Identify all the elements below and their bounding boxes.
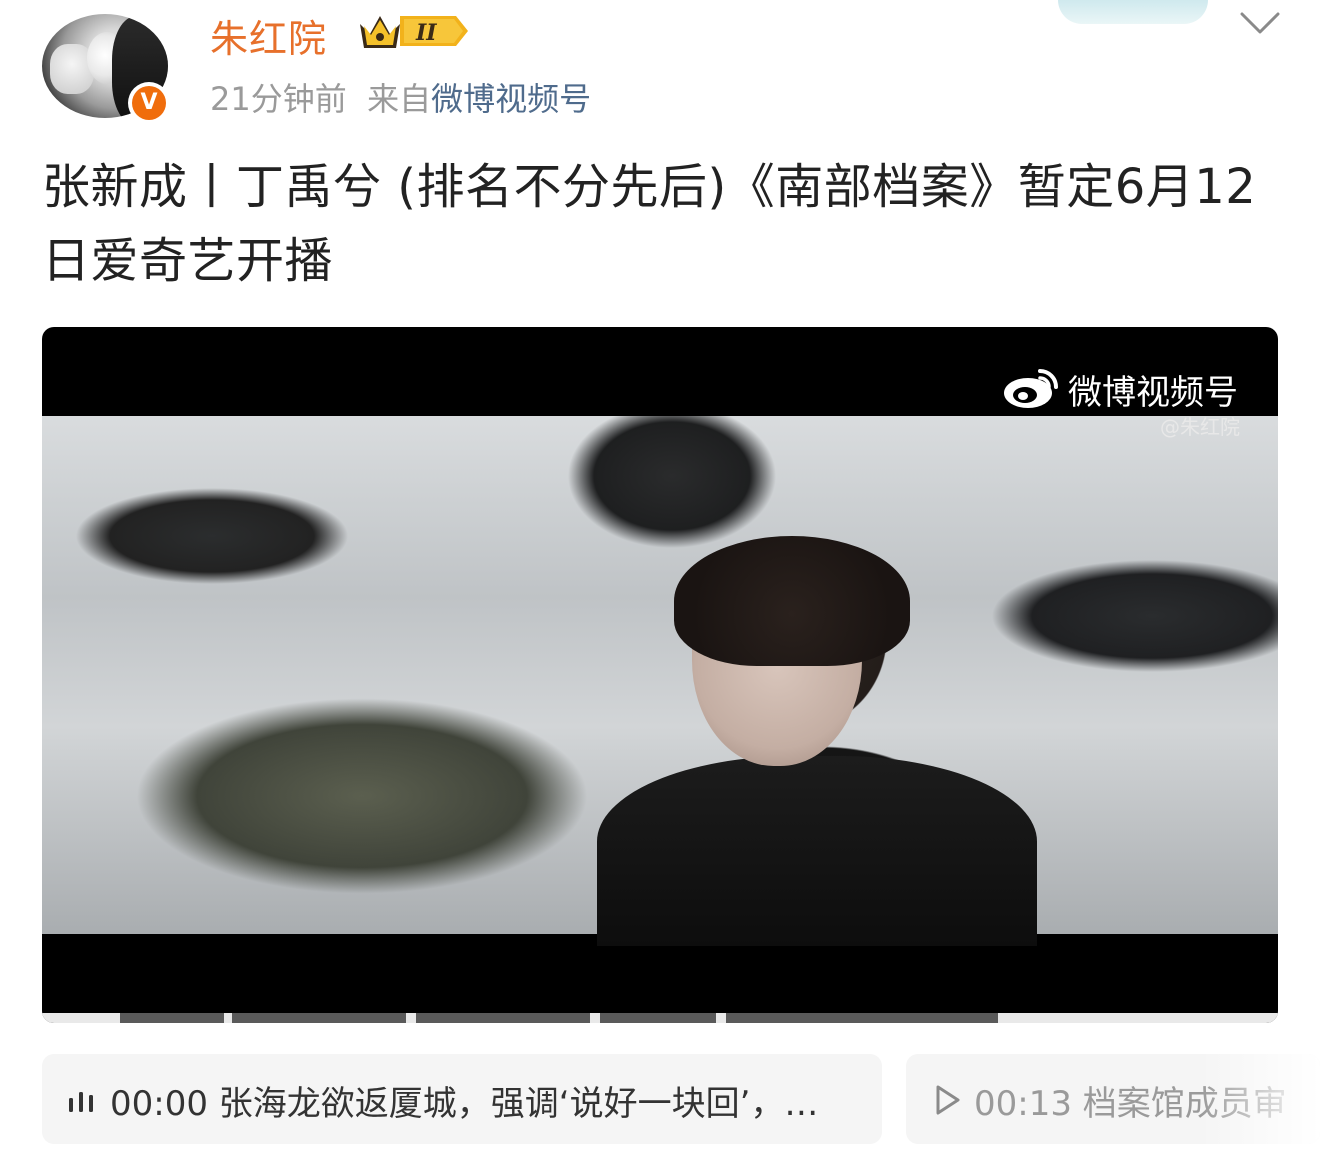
post-time: 21分钟前 [210,80,347,118]
source-prefix: 来自 [367,80,432,118]
chapter-time: 00:00 [110,1084,208,1124]
watermark-label: 微博视频号 [1068,373,1238,413]
progress-segment[interactable] [600,1013,716,1023]
chapter-item[interactable]: 00:00 张海龙欲返厦城，强调‘说好一块回’，… [42,1054,882,1144]
post-text: 张新成丨丁禹兮 (排名不分先后)《南部档案》暂定6月12日爱奇艺开播 [42,159,1257,289]
fade-overlay [1200,1054,1320,1144]
chapter-item[interactable]: 00:13 档案馆成员审 [906,1054,1320,1144]
verified-badge: V [128,82,170,124]
progress-segment[interactable] [726,1013,998,1023]
verified-icon: V [132,86,166,120]
video-player[interactable]: 微博视频号 @朱红院 [42,327,1278,1023]
watermark-handle: @朱红院 [1160,415,1240,439]
video-person-body [597,756,1037,946]
progress-segment[interactable] [120,1013,224,1023]
sound-bars-icon [69,1092,93,1112]
crown-vip-icon[interactable]: II [356,10,470,52]
header-decoration [1058,0,1208,24]
chapter-label: 00:00 张海龙欲返厦城，强调‘说好一块回’，… [110,1076,818,1125]
chevron-down-icon[interactable] [1238,8,1282,38]
progress-segment[interactable] [232,1013,406,1023]
chapter-time: 00:13 [974,1084,1072,1124]
progress-segment[interactable] [416,1013,590,1023]
video-frame[interactable] [42,416,1278,946]
play-icon [936,1085,960,1115]
post-meta: 21分钟前 来自微博视频号 [210,74,591,120]
source-link[interactable]: 微博视频号 [431,80,591,118]
username[interactable]: 朱红院 [210,8,327,63]
video-person-hair [674,536,910,666]
chapter-progress-bar[interactable] [42,1013,1278,1023]
weibo-logo-icon [1004,369,1058,408]
vip-level: II [415,20,437,46]
chapter-title: 张海龙欲返厦城，强调‘说好一块回’，… [218,1084,819,1124]
